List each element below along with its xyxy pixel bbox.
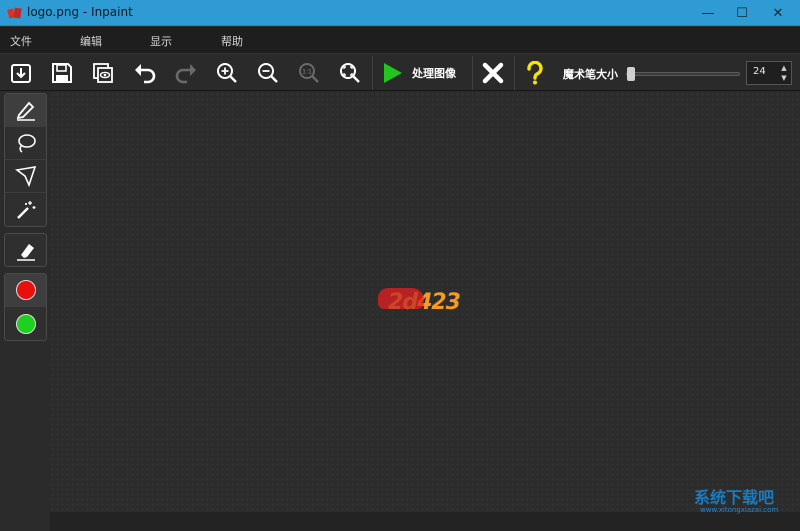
- watermark: 系统下载吧: [694, 488, 775, 507]
- app-icon: [7, 7, 22, 19]
- zoom-actual-icon: 1:1: [299, 63, 319, 83]
- lasso-tool[interactable]: [5, 127, 46, 160]
- brush-size-value[interactable]: 24: [753, 66, 766, 77]
- play-icon: [384, 63, 402, 83]
- zoom-in-button[interactable]: [212, 58, 242, 88]
- open-icon: [11, 64, 31, 83]
- eraser-group: [4, 233, 47, 267]
- selection-mask: [378, 288, 424, 309]
- menu-help[interactable]: 帮助: [221, 33, 243, 49]
- open-button[interactable]: [6, 58, 36, 88]
- green-color-swatch: [15, 313, 36, 334]
- maximize-button[interactable]: ☐: [724, 0, 760, 26]
- zoom-fit-button[interactable]: [335, 58, 365, 88]
- zoom-out-button[interactable]: [253, 58, 283, 88]
- redo-icon: [175, 64, 196, 84]
- preview-icon: [93, 63, 113, 83]
- color-group: [4, 273, 47, 341]
- save-icon: [52, 63, 72, 83]
- help-button[interactable]: [520, 58, 550, 88]
- lasso-icon: [17, 134, 36, 153]
- magic-wand-tool[interactable]: [5, 193, 46, 226]
- chevron-up-icon[interactable]: ▲: [779, 63, 789, 73]
- menu-edit[interactable]: 编辑: [80, 33, 102, 49]
- red-color-swatch: [15, 280, 36, 300]
- polygon-lasso-icon: [14, 165, 36, 187]
- process-image-label: 处理图像: [412, 67, 456, 80]
- brush-size-slider-thumb[interactable]: [627, 67, 635, 81]
- status-strip: [50, 512, 800, 531]
- zoom-actual-label: 1:1: [302, 69, 312, 76]
- menu-file[interactable]: 文件: [10, 33, 32, 49]
- window-title: logo.png - Inpaint: [27, 5, 133, 19]
- magic-wand-icon: [16, 200, 35, 219]
- chevron-down-icon[interactable]: ▼: [779, 73, 789, 83]
- toolbar-separator: [472, 56, 473, 90]
- maximize-icon: ☐: [736, 5, 748, 21]
- cancel-button[interactable]: [478, 58, 508, 88]
- zoom-fit-icon: [340, 63, 360, 83]
- undo-icon: [135, 64, 156, 84]
- undo-button[interactable]: [130, 58, 160, 88]
- brush-size-spinbox[interactable]: 24 ▲ ▼: [746, 61, 792, 85]
- toolbar-separator: [514, 56, 515, 90]
- zoom-out-icon: [258, 63, 278, 83]
- question-icon: [527, 61, 543, 85]
- marker-tool[interactable]: [5, 94, 46, 127]
- watermark-url: www.xitongxiazai.com: [700, 506, 779, 514]
- minimize-button[interactable]: —: [690, 0, 726, 26]
- selection-tools: [4, 93, 47, 227]
- menu-bar: 文件 编辑 显示 帮助: [0, 27, 800, 53]
- toolbar-separator: [372, 56, 373, 90]
- toolbar: 1:1 处理图像 魔术笔大小 24 ▲ ▼: [0, 53, 800, 91]
- close-button[interactable]: ✕: [760, 0, 796, 26]
- zoom-actual-button[interactable]: 1:1: [294, 58, 324, 88]
- brush-size-slider[interactable]: [626, 72, 740, 76]
- tool-panel: [0, 92, 50, 531]
- title-bar: logo.png - Inpaint — ☐ ✕: [0, 0, 800, 26]
- green-color-tool[interactable]: [5, 307, 46, 340]
- image-canvas[interactable]: 2d423: [50, 92, 800, 512]
- close-icon: ✕: [772, 5, 784, 21]
- preview-button[interactable]: [88, 58, 118, 88]
- eraser-icon: [16, 243, 35, 261]
- menu-view[interactable]: 显示: [150, 33, 172, 49]
- minimize-icon: —: [701, 5, 715, 21]
- brush-size-label: 魔术笔大小: [563, 68, 618, 81]
- close-icon: [482, 62, 504, 84]
- red-color-tool[interactable]: [5, 274, 46, 307]
- marker-icon: [16, 101, 35, 121]
- zoom-in-icon: [217, 63, 237, 83]
- eraser-tool[interactable]: [5, 234, 46, 267]
- polygon-lasso-tool[interactable]: [5, 160, 46, 193]
- save-button[interactable]: [47, 58, 77, 88]
- redo-button[interactable]: [171, 58, 201, 88]
